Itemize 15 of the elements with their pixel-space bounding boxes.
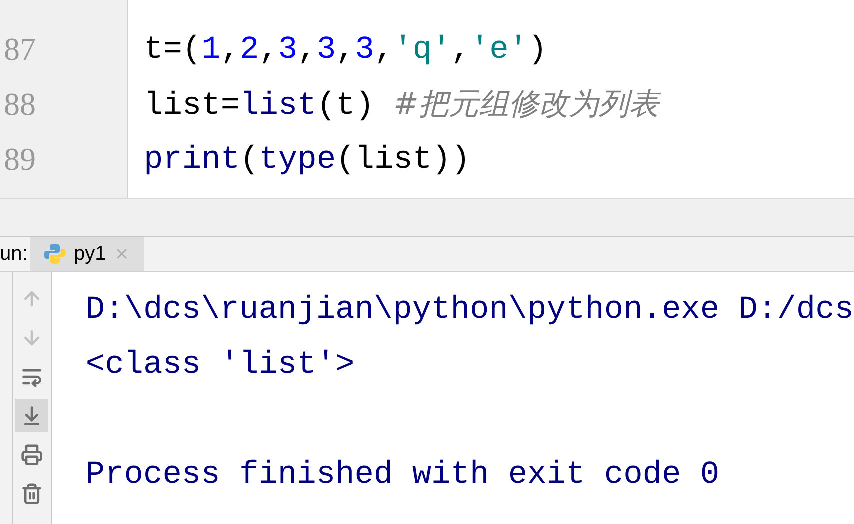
line-number: 87 <box>3 30 37 69</box>
run-label: un: <box>0 242 29 267</box>
code-line: print(type(list)) <box>144 140 472 180</box>
code-line: t=(1,2,3,3,3,'q','e') <box>144 30 548 70</box>
python-logo-icon <box>44 243 66 265</box>
line-number: 88 <box>3 85 37 124</box>
trash-icon <box>20 482 43 504</box>
scroll-to-end-button[interactable] <box>15 399 48 432</box>
line-number: 89 <box>3 140 37 179</box>
code-line: list=list(t) #把元组修改为列表 <box>144 86 662 126</box>
console-line: <class 'list'> <box>86 345 356 385</box>
console-line: D:\dcs\ruanjian\python\python.exe D:/dcs <box>86 290 854 330</box>
console-line: Process finished with exit code 0 <box>86 455 721 495</box>
run-tab[interactable]: py1 <box>30 237 144 271</box>
printer-icon <box>20 444 43 466</box>
